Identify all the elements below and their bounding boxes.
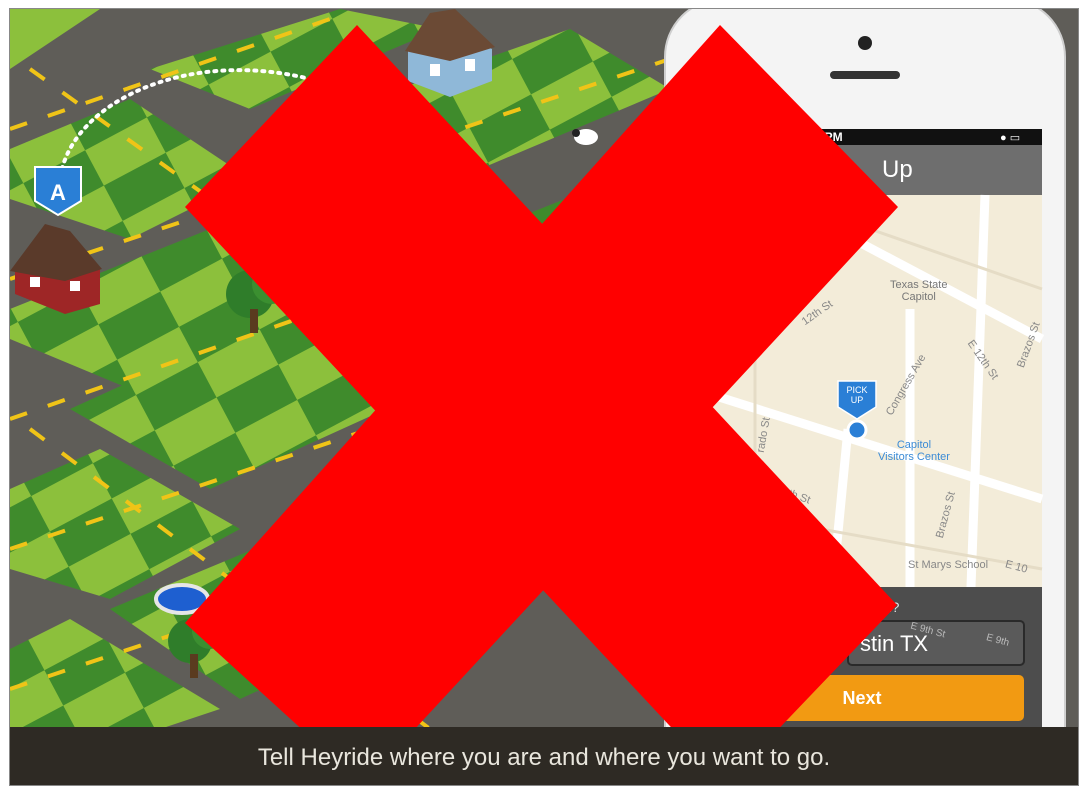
phone-mockup [664,9,1066,785]
marker-a-label: A [50,180,66,205]
screenshot-frame: A 12 PM ● ▭ Up Texas State Capitol 12th … [9,8,1079,786]
pool-icon [154,583,210,615]
caption-bar: Tell Heyride where you are and where you… [10,727,1078,785]
isometric-city-illustration: A [10,9,1078,785]
